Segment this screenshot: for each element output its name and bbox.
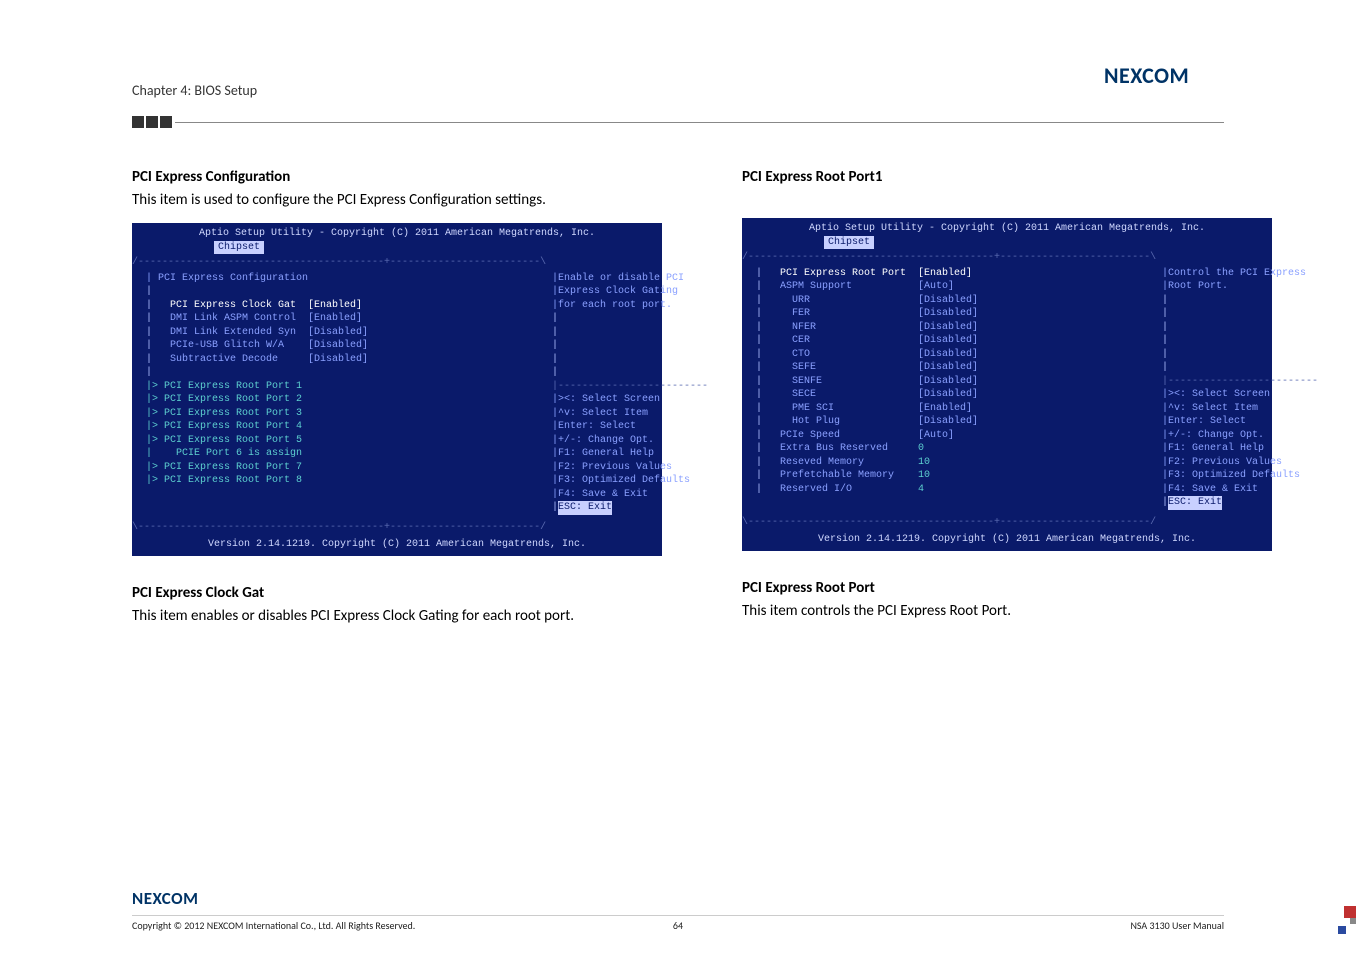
bios2-row-7: | SEFE [Disabled]	[756, 361, 1156, 375]
bios2-nav-3: |+/-: Change Opt.	[1162, 429, 1318, 443]
footer-manual-title: NSA 3130 User Manual	[1130, 919, 1224, 932]
bios1-footer: Version 2.14.1219. Copyright (C) 2011 Am…	[132, 534, 662, 556]
pci-root-port-text: This item controls the PCI Express Root …	[742, 601, 1272, 622]
bios2-tab-chipset: Chipset	[824, 236, 874, 250]
bios2-divider-top: /---------------------------------------…	[742, 251, 1272, 265]
bios1-section-title: | PCI Express Configuration	[146, 272, 546, 286]
bios1-row-4: | Subtractive Decode [Disabled]	[146, 353, 546, 367]
bios1-nav-1: |^v: Select Item	[552, 407, 708, 421]
pci-root-port-heading: PCI Express Root Port	[742, 579, 1272, 597]
bios2-nav-4: |F1: General Help	[1162, 442, 1318, 456]
bios2-nav-6: |F3: Optimized Defaults	[1162, 469, 1318, 483]
bios2-footer: Version 2.14.1219. Copyright (C) 2011 Am…	[742, 529, 1272, 551]
bios2-row-10: | PME SCI [Enabled]	[756, 402, 1156, 416]
bios1-divider-top: /---------------------------------------…	[132, 256, 662, 270]
bios2-row-16: | Reserved I/O 4	[756, 483, 1156, 497]
bios2-row-5: | CER [Disabled]	[756, 334, 1156, 348]
bios2-row-9: | SECE [Disabled]	[756, 388, 1156, 402]
corner-decoration	[1336, 906, 1356, 934]
bios1-nav-5: |F2: Previous Values	[552, 461, 708, 475]
bios1-nav-4: |F1: General Help	[552, 447, 708, 461]
bios2-row-2: | URR [Disabled]	[756, 294, 1156, 308]
bios2-row-11: | Hot Plug [Disabled]	[756, 415, 1156, 429]
bios-screen-1: Aptio Setup Utility - Copyright (C) 2011…	[132, 223, 662, 556]
bios1-row-3: | PCIe-USB Glitch W/A [Disabled]	[146, 339, 546, 353]
bios2-nav-7: |F4: Save & Exit	[1162, 483, 1318, 497]
bios2-row-6: | CTO [Disabled]	[756, 348, 1156, 362]
bios2-divider-bottom: \---------------------------------------…	[742, 516, 1272, 530]
bios2-row-4: | NFER [Disabled]	[756, 321, 1156, 335]
bios1-nav-6: |F3: Optimized Defaults	[552, 474, 708, 488]
bios1-port-1: |> PCI Express Root Port 2	[146, 393, 546, 407]
bios1-nav-7: |F4: Save & Exit	[552, 488, 708, 502]
bios1-help-line: |Enable or disable PCI	[552, 272, 708, 286]
bios1-port-4: |> PCI Express Root Port 5	[146, 434, 546, 448]
bios1-tab-chipset: Chipset	[214, 241, 264, 255]
pci-clock-gat-heading: PCI Express Clock Gat	[132, 584, 662, 602]
bios2-title: Aptio Setup Utility - Copyright (C) 2011…	[742, 218, 1272, 236]
pci-express-config-text: This item is used to configure the PCI E…	[132, 190, 662, 211]
bios1-port-6: |> PCI Express Root Port 7	[146, 461, 546, 475]
bios-screen-2: Aptio Setup Utility - Copyright (C) 2011…	[742, 218, 1272, 551]
bios2-help-divider: |-------------------------	[1162, 375, 1318, 389]
bios1-nav-3: |+/-: Change Opt.	[552, 434, 708, 448]
bios1-help-line: |Express Clock Gating	[552, 285, 708, 299]
bios1-port-3: |> PCI Express Root Port 4	[146, 420, 546, 434]
bios1-row-2: | DMI Link Extended Syn [Disabled]	[146, 326, 546, 340]
bios2-row-0: | PCI Express Root Port [Enabled]	[756, 267, 1156, 281]
bios1-title: Aptio Setup Utility - Copyright (C) 2011…	[132, 223, 662, 241]
footer-copyright: Copyright © 2012 NEXCOM International Co…	[132, 919, 415, 932]
chapter-header: Chapter 4: BIOS Setup	[132, 82, 257, 99]
bios2-nav-1: |^v: Select Item	[1162, 402, 1318, 416]
right-column: PCI Express Root Port1 Aptio Setup Utili…	[742, 168, 1272, 639]
nexcom-logo-top: NEXCOM	[1104, 62, 1224, 102]
bios2-nav-5: |F2: Previous Values	[1162, 456, 1318, 470]
bios1-help-divider: |-------------------------	[552, 380, 708, 394]
bios1-nav-2: |Enter: Select	[552, 420, 708, 434]
bios2-help-line: |Control the PCI Express	[1162, 267, 1318, 281]
bios1-port-2: |> PCI Express Root Port 3	[146, 407, 546, 421]
bios1-port-7: |> PCI Express Root Port 8	[146, 474, 546, 488]
footer-page-number: 64	[673, 919, 683, 932]
pci-clock-gat-text: This item enables or disables PCI Expres…	[132, 606, 662, 627]
bios1-divider-bottom: \---------------------------------------…	[132, 521, 662, 535]
nexcom-logo-bottom: NEXCOM	[132, 888, 222, 918]
left-column: PCI Express Configuration This item is u…	[132, 168, 662, 639]
bios2-help-line: |Root Port.	[1162, 280, 1318, 294]
bios1-esc: |ESC: Exit	[552, 501, 708, 515]
pci-express-config-heading: PCI Express Configuration	[132, 168, 662, 186]
bios2-row-12: | PCIe Speed [Auto]	[756, 429, 1156, 443]
bios2-nav-2: |Enter: Select	[1162, 415, 1318, 429]
bios1-nav-0: |><: Select Screen	[552, 393, 708, 407]
bios2-row-8: | SENFE [Disabled]	[756, 375, 1156, 389]
pci-root-port1-heading: PCI Express Root Port1	[742, 168, 1272, 186]
bios2-esc: |ESC: Exit	[1162, 496, 1318, 510]
header-rule	[175, 122, 1224, 123]
bios1-port-5: | PCIE Port 6 is assign	[146, 447, 546, 461]
bios2-row-1: | ASPM Support [Auto]	[756, 280, 1156, 294]
decorative-squares	[132, 116, 172, 128]
bios1-row-1: | DMI Link ASPM Control [Enabled]	[146, 312, 546, 326]
page-footer: Copyright © 2012 NEXCOM International Co…	[132, 915, 1224, 932]
bios2-row-14: | Reseved Memory 10	[756, 456, 1156, 470]
bios1-help-line: |for each root port.	[552, 299, 708, 313]
bios1-port-0: |> PCI Express Root Port 1	[146, 380, 546, 394]
bios1-row-0: | PCI Express Clock Gat [Enabled]	[146, 299, 546, 313]
bios2-row-13: | Extra Bus Reserved 0	[756, 442, 1156, 456]
bios2-row-15: | Prefetchable Memory 10	[756, 469, 1156, 483]
bios2-row-3: | FER [Disabled]	[756, 307, 1156, 321]
bios2-nav-0: |><: Select Screen	[1162, 388, 1318, 402]
